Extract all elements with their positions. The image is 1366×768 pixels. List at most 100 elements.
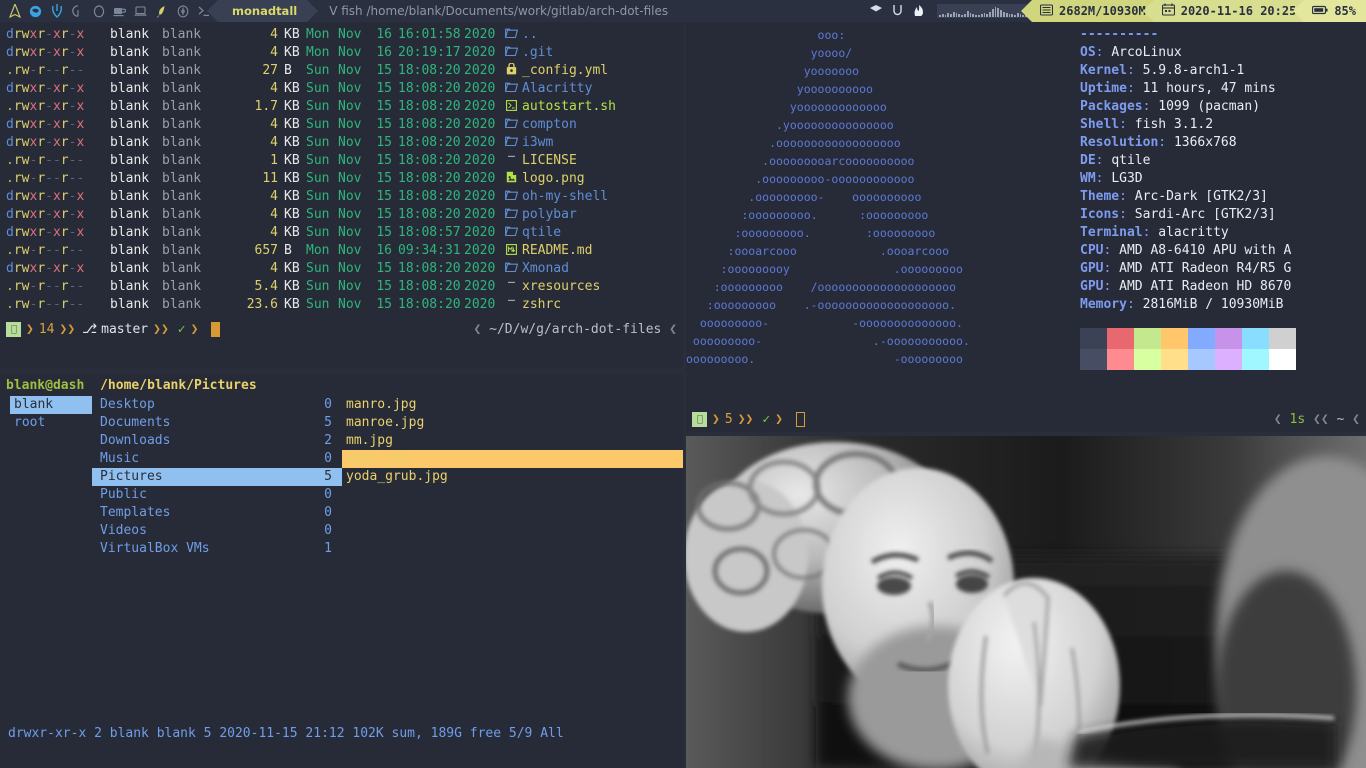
ranger-dir-item[interactable]: Music 0 xyxy=(92,450,342,468)
file-row: drwxr-xr-x blank blank 4 KB Sun Nov 15 18:08:20 2… xyxy=(6,260,677,278)
file-size: 1 xyxy=(270,153,278,168)
ranger-dir-item[interactable]: Videos 0 xyxy=(92,522,342,540)
coffee-icon[interactable] xyxy=(109,0,130,22)
terminal-cursor xyxy=(211,321,221,337)
file-name[interactable]: polybar xyxy=(522,206,577,224)
file-name[interactable]: .git xyxy=(522,44,553,62)
file-weekday: Mon xyxy=(306,45,330,60)
file-year: 2020 xyxy=(464,189,496,204)
file-name[interactable]: README.md xyxy=(522,242,592,260)
ranger-dir-item[interactable]: Templates 0 xyxy=(92,504,342,522)
file-name[interactable]: qtile xyxy=(522,224,561,242)
file-name[interactable]: _config.yml xyxy=(522,62,608,80)
feather-icon[interactable] xyxy=(151,0,172,22)
file-month: Nov xyxy=(338,81,362,96)
ranger-dir-count: 0 xyxy=(324,523,332,538)
file-row: .rw-r--r-- blank blank 1 KB Sun Nov 15 18:08:20 2… xyxy=(6,152,677,170)
firefox-icon[interactable] xyxy=(25,0,46,22)
file-name[interactable]: xresources xyxy=(522,278,600,296)
file-icon xyxy=(500,278,522,296)
ranger-file-item[interactable]: mm.jpg xyxy=(342,432,683,450)
flame-icon[interactable] xyxy=(912,4,927,19)
file-size-unit: KB xyxy=(284,207,300,222)
neofetch-value: AMD ATI Radeon HD 8670 xyxy=(1119,279,1292,294)
ranger-file-item[interactable]: yoda_grub.jpg xyxy=(342,468,683,486)
ranger-file-item[interactable]: manroe.jpg xyxy=(342,414,683,432)
github-icon[interactable] xyxy=(67,0,88,22)
file-name[interactable]: zshrc xyxy=(522,296,561,314)
ranger-file-manager[interactable]: blank@dash /home/blank/Pictures blank roo… xyxy=(0,374,683,768)
palette-swatch xyxy=(1080,349,1107,370)
file-owner: blank xyxy=(110,63,150,78)
prompt-status-check: ✓ xyxy=(172,321,186,337)
terminal-pane-neofetch[interactable]: ooo: yoooo/ yooooooo yoooooooooo yoooooo… xyxy=(686,22,1366,432)
file-name[interactable]: i3wm xyxy=(522,134,553,152)
fish-prompt-right[interactable]:  ❯ 5 ❯❯ ✓ ❯ ❮ 1s ❮❮ ~ ❮ xyxy=(686,408,1366,430)
file-weekday: Mon xyxy=(306,243,330,258)
laptop-icon[interactable] xyxy=(130,0,151,22)
clock-indicator[interactable]: 2020-11-16 20:25 xyxy=(1142,0,1305,22)
ranger-dir-label: Downloads xyxy=(100,433,171,448)
ranger-dir-item[interactable]: Downloads 2 xyxy=(92,432,342,450)
neofetch-row-kernel: Kernel: 5.9.8-arch1-1 xyxy=(1080,62,1291,80)
ranger-dir-item[interactable]: Pictures 5 xyxy=(92,468,342,486)
active-tag[interactable]: monadtall xyxy=(206,0,319,22)
file-icon xyxy=(500,152,522,170)
prompt-arrow-4: ❯ xyxy=(185,321,199,337)
file-name[interactable]: Alacritty xyxy=(522,80,592,98)
file-time: 20:19:17 xyxy=(398,45,461,60)
dropbox-icon[interactable] xyxy=(869,4,883,18)
fish-prompt-left[interactable]:  ❯ 14 ❯❯ ⎇ master ❯❯ ✓ ❯ ❮ ~/D/w/g/arch… xyxy=(0,318,683,340)
jedi-icon[interactable] xyxy=(46,0,67,22)
file-weekday: Sun xyxy=(306,153,330,168)
neofetch-key: Packages xyxy=(1080,99,1143,114)
battery-indicator[interactable]: 85% xyxy=(1293,0,1366,22)
file-size: 27 xyxy=(262,63,278,78)
neofetch-row-gpu: GPU: AMD ATI Radeon HD 8670 xyxy=(1080,278,1291,296)
file-name[interactable]: LICENSE xyxy=(522,152,577,170)
ranger-current-column[interactable]: Desktop 0 Documents 5 Downloads 2 Music 0 Pictur… xyxy=(92,396,342,558)
ranger-dir-item[interactable]: Desktop 0 xyxy=(92,396,342,414)
neofetch-row-wm: WM: LG3D xyxy=(1080,170,1291,188)
file-year: 2020 xyxy=(464,171,496,186)
ranger-dir-item[interactable]: Documents 5 xyxy=(92,414,342,432)
file-day: 15 xyxy=(376,63,392,78)
ranger-parent-column[interactable]: blank root xyxy=(0,396,92,558)
image-preview-pane[interactable] xyxy=(686,436,1366,768)
neofetch-value: alacritty xyxy=(1158,225,1229,240)
file-month: Nov xyxy=(338,171,362,186)
file-name[interactable]: autostart.sh xyxy=(522,98,616,116)
file-name[interactable]: .. xyxy=(522,26,538,44)
file-time: 18:08:20 xyxy=(398,189,461,204)
workspace-icon-group[interactable] xyxy=(0,0,214,22)
ranger-dir-item[interactable]: VirtualBox VMs 1 xyxy=(92,540,342,558)
file-owner: blank xyxy=(110,189,150,204)
circle-icon[interactable] xyxy=(88,0,109,22)
palette-swatch xyxy=(1161,349,1188,370)
file-name[interactable]: logo.png xyxy=(522,170,585,188)
file-name[interactable]: Xmonad xyxy=(522,260,569,278)
usb-icon[interactable] xyxy=(892,4,903,19)
file-day: 16 xyxy=(376,243,392,258)
folder-icon xyxy=(500,44,522,62)
at-icon[interactable] xyxy=(172,0,193,22)
tray-icon-group[interactable] xyxy=(863,4,937,19)
ranger-file-item[interactable]: mona.jpg xyxy=(342,450,683,468)
ranger-dir-item[interactable]: Public 0 xyxy=(92,486,342,504)
ranger-parent-item[interactable]: root xyxy=(10,414,92,432)
file-time: 18:08:20 xyxy=(398,81,461,96)
file-name[interactable]: compton xyxy=(522,116,577,134)
palette-swatch xyxy=(1188,328,1215,349)
file-name[interactable]: oh-my-shell xyxy=(522,188,608,206)
ranger-file-item[interactable]: manro.jpg xyxy=(342,396,683,414)
ranger-preview-column[interactable]: manro.jpg manroe.jpg mm.jpg mona.jpg yoda_gr… xyxy=(342,396,683,558)
file-permissions: drwxr-xr-x xyxy=(6,135,85,150)
neofetch-separator: : xyxy=(1119,207,1135,222)
palette-swatch xyxy=(1107,328,1134,349)
prompt-arrow-3b: ❯ xyxy=(770,411,783,427)
ranger-parent-item[interactable]: blank xyxy=(10,396,92,414)
terminal-pane-ls[interactable]: drwxr-xr-x blank blank 4 KB Mon Nov 16 16:01:58 2… xyxy=(0,22,683,368)
memory-indicator[interactable]: 2682M/10930M xyxy=(1021,0,1154,22)
file-permissions: drwxr-xr-x xyxy=(6,45,85,60)
arch-icon[interactable] xyxy=(4,0,25,22)
